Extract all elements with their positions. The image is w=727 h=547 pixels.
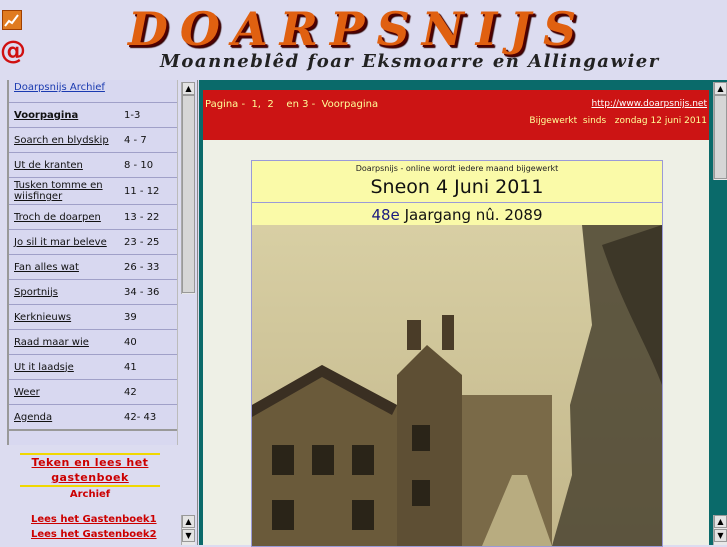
menu-divider: [9, 429, 177, 445]
scroll-up-arrow-icon[interactable]: ▲: [182, 82, 195, 95]
nav-item-label[interactable]: Voorpagina: [9, 110, 124, 121]
nav-item-pages: 26 - 33: [124, 261, 160, 273]
content-frame: Pagina - 1, 2 en 3 - Voorpagina http://w…: [199, 80, 727, 547]
nav-item-kerknieuws[interactable]: Kerknieuws 39: [9, 304, 177, 329]
update-status: Bijgewerkt sinds zondag 12 juni 2011: [529, 116, 707, 126]
at-icon[interactable]: @: [0, 36, 26, 66]
nav-item-laadsje[interactable]: Ut it laadsje 41: [9, 354, 177, 379]
nav-item-soarch[interactable]: Soarch en blydskip 4 - 7: [9, 127, 177, 152]
nav-item-label[interactable]: Troch de doarpen: [9, 212, 124, 223]
scroll-up-arrow-icon[interactable]: ▲: [182, 515, 195, 528]
nav-item-label[interactable]: Sportnijs: [9, 287, 124, 298]
content-scrollbar-lower[interactable]: ▲ ▼: [713, 515, 727, 545]
site-logo: DOARPSNIJS: [128, 2, 589, 56]
jaargang-ordinal: 48e: [371, 206, 400, 224]
issue-panel: Doarpsnijs - online wordt iedere maand b…: [251, 160, 663, 547]
nav-item-pages: 42: [124, 386, 137, 398]
nav-item-label[interactable]: Soarch en blydskip: [9, 135, 124, 146]
nav-item-beleve[interactable]: Jo sil it mar beleve 23 - 25: [9, 229, 177, 254]
nav-item-pages: 8 - 10: [124, 159, 154, 171]
nav-item-pages: 40: [124, 336, 137, 348]
nav-item-pages: 39: [124, 311, 137, 323]
nav-item-pages: 34 - 36: [124, 286, 160, 298]
guestbook-link[interactable]: Teken en lees het gastenboek: [20, 455, 160, 485]
nav-item-voorpagina[interactable]: Voorpagina 1-3: [9, 102, 177, 127]
nav-item-pages: 1-3: [124, 109, 141, 121]
chart-icon[interactable]: [2, 10, 22, 30]
scroll-up-arrow-icon[interactable]: ▲: [714, 515, 727, 528]
jaargang-rest: Jaargang nû. 2089: [399, 206, 543, 224]
nav-item-pages: 4 - 7: [124, 134, 147, 146]
nav-item-pages: 41: [124, 361, 137, 373]
scroll-thumb[interactable]: [714, 95, 727, 179]
issue-number: 48e Jaargang nû. 2089: [252, 206, 662, 224]
nav-item-pages: 23 - 25: [124, 236, 160, 248]
nav-item-label[interactable]: Fan alles wat: [9, 262, 124, 273]
nav-item-label[interactable]: Weer: [9, 387, 124, 398]
nav-item-weer[interactable]: Weer 42: [9, 379, 177, 404]
nav-item-fan-alles[interactable]: Fan alles wat 26 - 33: [9, 254, 177, 279]
nav-item-label[interactable]: Agenda: [9, 412, 124, 423]
site-subtitle: Moanneblêd foar Eksmoarre en Allingawier: [160, 51, 660, 72]
content-scrollbar[interactable]: ▲: [713, 82, 727, 180]
nav-item-label[interactable]: Tusken tomme en wiisfinger: [9, 180, 124, 202]
nav-item-label[interactable]: Raad maar wie: [9, 337, 124, 348]
village-photo: [252, 225, 662, 546]
site-header: @ DOARPSNIJS Moanneblêd foar Eksmoarre e…: [0, 0, 727, 80]
divider: [252, 202, 662, 203]
nav-item-label[interactable]: Ut de kranten: [9, 160, 124, 171]
nav-item-label[interactable]: Ut it laadsje: [9, 362, 124, 373]
nav-item-pages: 11 - 12: [124, 185, 160, 197]
page-info-bar: Pagina - 1, 2 en 3 - Voorpagina http://w…: [203, 90, 709, 140]
menu-scrollbar[interactable]: ▲: [181, 82, 195, 294]
section-menu: Doarpsnijs Archief Voorpagina 1-3 Soarch…: [7, 80, 178, 445]
scroll-thumb[interactable]: [182, 95, 195, 293]
online-note: Doarpsnijs - online wordt iedere maand b…: [355, 164, 559, 173]
scroll-down-arrow-icon[interactable]: ▼: [182, 529, 195, 542]
guestbook-panel: Teken en lees het gastenboek Archief: [20, 453, 160, 503]
guestbook2-link[interactable]: Lees het Gastenboek2: [31, 529, 161, 540]
scroll-down-arrow-icon[interactable]: ▼: [714, 529, 727, 542]
guestbook1-link[interactable]: Lees het Gastenboek1: [31, 514, 161, 525]
lower-scrollbar[interactable]: ▲ ▼: [181, 515, 195, 545]
nav-item-raad[interactable]: Raad maar wie 40: [9, 329, 177, 354]
guestbook-archive-label: Archief: [69, 489, 111, 500]
nav-item-sportnijs[interactable]: Sportnijs 34 - 36: [9, 279, 177, 304]
page-nav[interactable]: Pagina - 1, 2 en 3 - Voorpagina: [205, 99, 378, 110]
nav-item-label[interactable]: Jo sil it mar beleve: [9, 237, 124, 248]
nav-item-kranten[interactable]: Ut de kranten 8 - 10: [9, 152, 177, 177]
nav-item-troch[interactable]: Troch de doarpen 13 - 22: [9, 204, 177, 229]
nav-item-agenda[interactable]: Agenda 42- 43: [9, 404, 177, 429]
nav-item-label[interactable]: Kerknieuws: [9, 312, 124, 323]
scroll-up-arrow-icon[interactable]: ▲: [714, 82, 727, 95]
nav-item-pages: 42- 43: [124, 411, 157, 423]
site-url-link[interactable]: http://www.doarpsnijs.net: [591, 99, 707, 109]
issue-date: Sneon 4 Juni 2011: [370, 176, 544, 198]
navigation-frame: Doarpsnijs Archief Voorpagina 1-3 Soarch…: [0, 80, 198, 545]
archive-link[interactable]: Doarpsnijs Archief: [9, 80, 177, 102]
nav-item-tusken[interactable]: Tusken tomme en wiisfinger 11 - 12: [9, 177, 177, 204]
nav-item-pages: 13 - 22: [124, 211, 160, 223]
